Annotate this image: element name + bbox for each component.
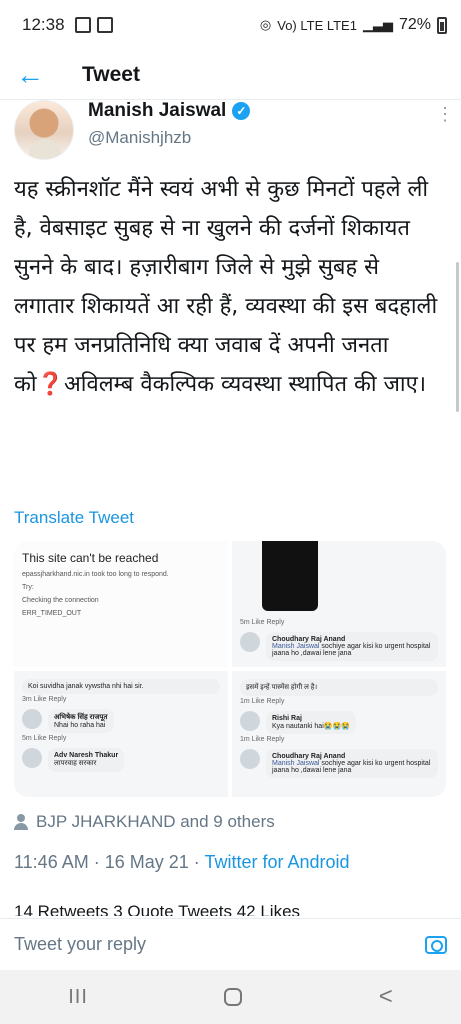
img2-mention: Manish Jaiswal (272, 643, 320, 650)
author-handle: @Manishjhzb (88, 128, 192, 147)
status-indicators: ◎ Vo) LTE LTE1 ▁▃▅ 72% (260, 16, 447, 34)
system-nav-bar: III < (0, 970, 461, 1024)
home-icon[interactable] (224, 988, 243, 1006)
phone-thumbnail (262, 541, 318, 611)
img3-comment-text-2: Nhai ho raha hai (54, 722, 106, 729)
img3-meta-2: 5m Like Reply (22, 735, 67, 742)
img3-comment-2: अभिषेक सिंह राजपूत Nhai ho raha hai (22, 709, 220, 733)
screenshot-notification-icon (74, 17, 91, 33)
avatar (240, 749, 260, 769)
comment-bubble: Rishi Raj Kya nautanki hai😭😭😭 (266, 711, 356, 734)
top-app-bar: ← Tweet (0, 50, 461, 100)
media-grid[interactable]: This site can't be reached epassjharkhan… (14, 541, 446, 797)
img4-meta-1: 1m Like Reply (240, 698, 285, 705)
media-image-3[interactable]: Koi suvidha janak vywstha nhi hai sir. 3… (14, 671, 228, 797)
status-bar: 12:38 ◎ Vo) LTE LTE1 ▁▃▅ 72% (0, 0, 461, 50)
comment-bubble: Choudhary Raj Anand Manish Jaiswal sochi… (266, 749, 438, 778)
img4-commenter-2: Rishi Raj (272, 715, 302, 722)
author-name-row: Manish Jaiswal ✓ (88, 100, 251, 122)
img1-title: This site can't be reached (22, 551, 159, 565)
img4-comment-3: Choudhary Raj Anand Manish Jaiswal sochi… (240, 749, 438, 778)
hotspot-icon: ◎ (259, 17, 272, 32)
tweet-author[interactable]: Manish Jaiswal ✓ @Manishjhzb ⋮ (14, 100, 454, 162)
media-image-2[interactable]: 5m Like Reply Choudhary Raj Anand Manish… (232, 541, 446, 667)
img4-comment-1: इसमें इन्हें पास्मेंस होगी ल है। (240, 679, 438, 696)
comment-bubble: अभिषेक सिंह राजपूत Nhai ho raha hai (48, 709, 114, 733)
author-name[interactable]: Manish Jaiswal (88, 100, 226, 122)
reply-input[interactable]: Tweet your reply (14, 934, 146, 955)
img4-mention: Manish Jaiswal (272, 760, 320, 767)
img3-comment-1: Koi suvidha janak vywstha nhi hai sir. (22, 679, 220, 694)
check-notification-icon (96, 17, 113, 33)
img3-comment-text-3: लापरवाह सरकार (54, 760, 97, 767)
comment-bubble: Choudhary Raj Anand Manish Jaiswal sochi… (266, 632, 438, 661)
img4-comment-text-2: Kya nautanki hai😭😭😭 (272, 723, 350, 730)
img3-meta-1: 3m Like Reply (22, 696, 67, 703)
img2-commenter: Choudhary Raj Anand (272, 636, 346, 643)
battery-icon (437, 16, 447, 34)
comment-bubble: Adv Naresh Thakur लापरवाह सरकार (48, 748, 125, 772)
reply-composer[interactable]: Tweet your reply (0, 918, 461, 970)
img2-comment: Choudhary Raj Anand Manish Jaiswal sochi… (240, 632, 438, 661)
avatar[interactable] (14, 100, 74, 160)
avatar (240, 632, 260, 652)
source-link[interactable]: Twitter for Android (204, 852, 349, 872)
page-title: Tweet (82, 62, 140, 86)
tweet-text: यह स्क्रीनशॉट मैंने स्वयं अभी से कुछ मिन… (14, 177, 438, 397)
img3-commenter-3: Adv Naresh Thakur (54, 752, 119, 759)
img1-error: ERR_TIMED_OUT (22, 610, 82, 617)
img2-meta: 5m Like Reply (240, 619, 285, 626)
scrollbar[interactable] (456, 262, 459, 412)
img3-comment-3: Adv Naresh Thakur लापरवाह सरकार (22, 748, 220, 772)
person-icon (14, 814, 28, 830)
tweet-timestamp: 11:46 AM · 16 May 21 · Twitter for Andro… (14, 852, 350, 873)
media-image-4[interactable]: इसमें इन्हें पास्मेंस होगी ल है। 1m Like… (232, 671, 446, 797)
signal-icon: ▁▃▅ (362, 17, 393, 32)
tweet-stats[interactable]: 14 Retweets 3 Quote Tweets 42 Likes (14, 902, 300, 916)
img4-comment-2: Rishi Raj Kya nautanki hai😭😭😭 (240, 711, 438, 734)
img4-meta-2: 1m Like Reply (240, 736, 285, 743)
translate-tweet-link[interactable]: Translate Tweet (14, 508, 134, 528)
author-names: Manish Jaiswal ✓ @Manishjhzb (88, 100, 251, 162)
img1-check: Checking the connection (22, 597, 99, 604)
img4-commenter-3: Choudhary Raj Anand (272, 753, 346, 760)
media-image-1[interactable]: This site can't be reached epassjharkhan… (14, 541, 228, 667)
avatar (22, 748, 42, 768)
network-label: Vo) LTE LTE1 (277, 17, 357, 33)
liked-by-row[interactable]: BJP JHARKHAND and 9 others (14, 812, 275, 832)
verified-badge-icon: ✓ (232, 102, 251, 120)
camera-icon[interactable] (425, 935, 447, 954)
img1-url-line: epassjharkhand.nic.in took too long to r… (22, 571, 169, 578)
status-time: 12:38 (22, 15, 65, 34)
liked-by-text: BJP JHARKHAND and 9 others (36, 812, 275, 831)
back-button[interactable]: < (379, 983, 393, 1011)
battery-percent: 72% (398, 16, 431, 33)
avatar (22, 709, 42, 729)
recent-apps-button[interactable]: III (68, 986, 88, 1009)
timestamp-time: 11:46 AM · 16 May 21 · (14, 852, 205, 872)
avatar (240, 711, 260, 731)
img3-commenter-2: अभिषेक सिंह राजपूत (54, 714, 108, 721)
img1-try: Try: (22, 584, 34, 591)
more-options-icon[interactable]: ⋮ (436, 104, 454, 125)
arrow-left-icon[interactable]: ← (0, 50, 60, 100)
